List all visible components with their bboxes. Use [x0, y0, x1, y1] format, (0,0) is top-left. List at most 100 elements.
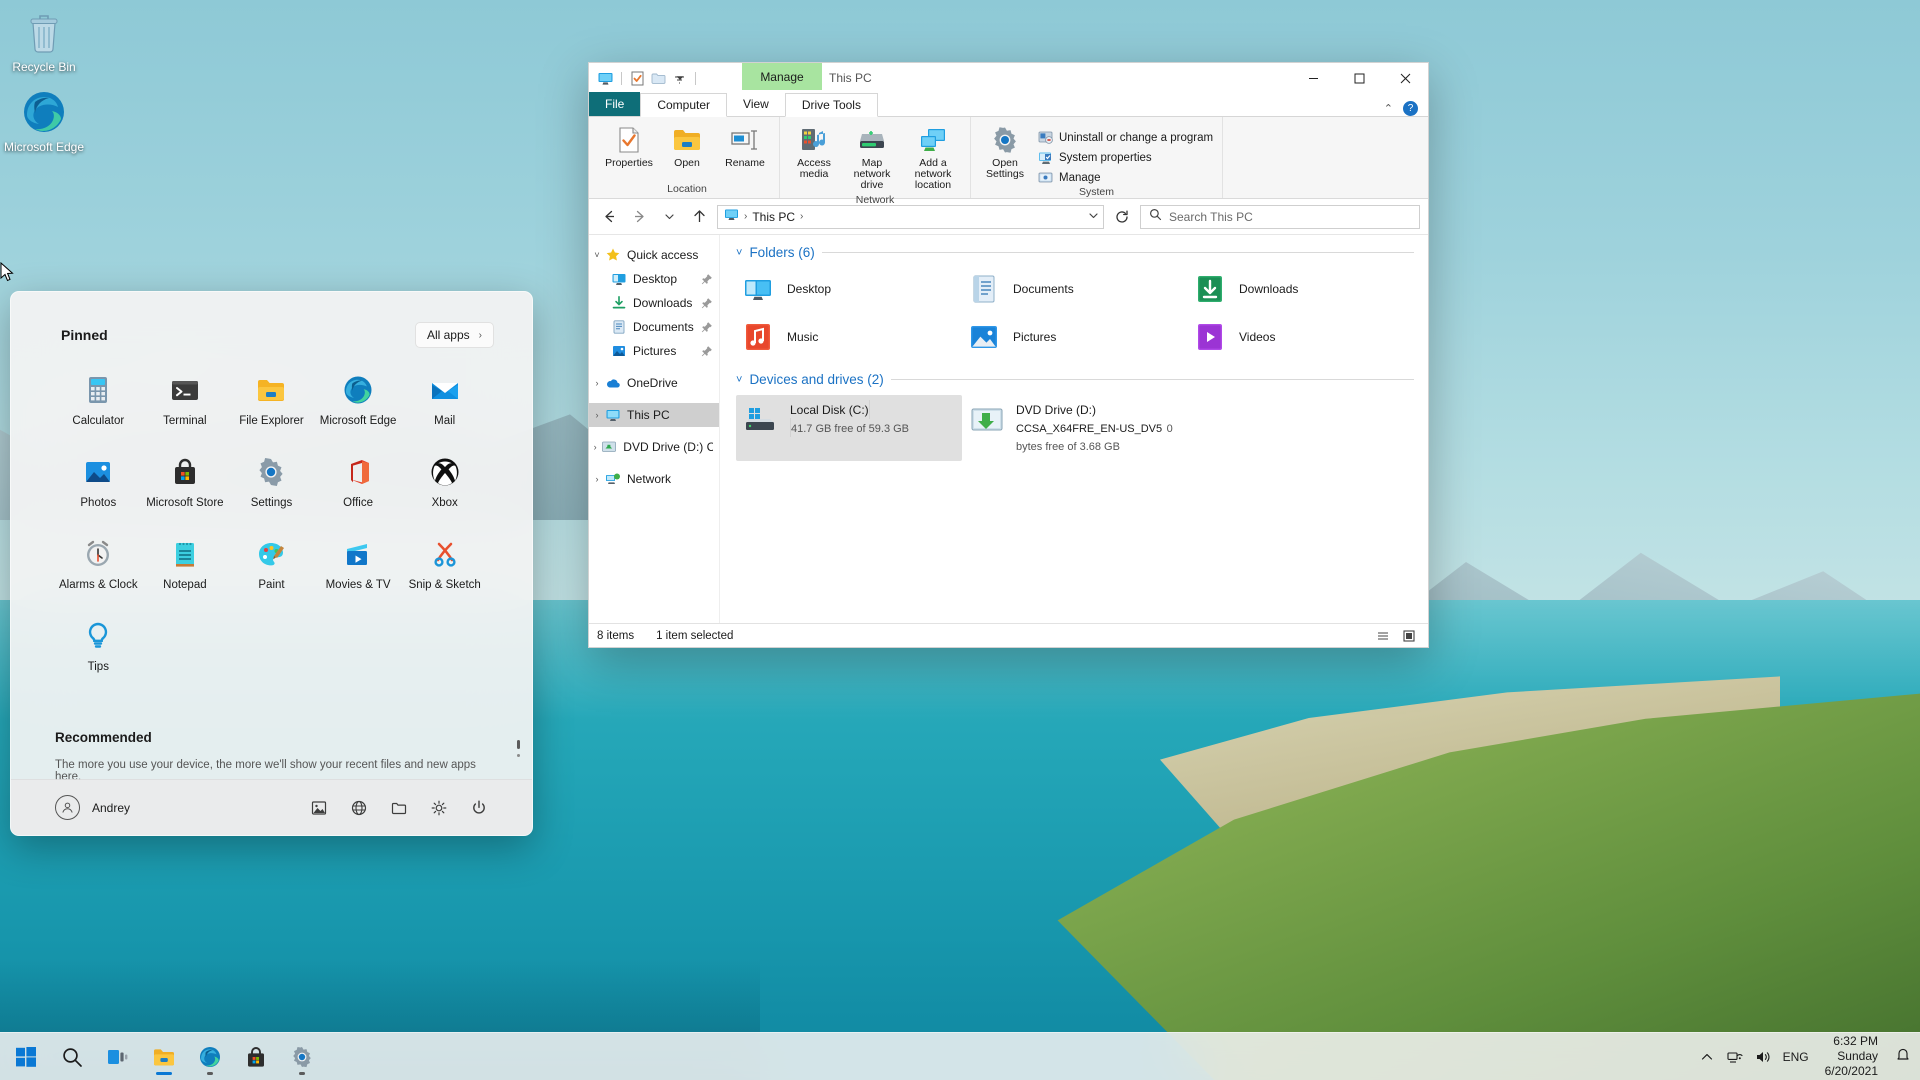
large-icons-view-button[interactable] — [1398, 626, 1420, 646]
search-box[interactable] — [1140, 204, 1420, 229]
pinned-app-calculator[interactable]: Calculator — [55, 366, 142, 436]
folder-tile-desktop[interactable]: Desktop — [736, 268, 962, 310]
network-icon[interactable] — [350, 799, 368, 817]
chevron-right-icon[interactable]: › — [589, 410, 605, 420]
ribbon-tab-strip[interactable]: File Computer View Drive Tools ⌃ ? — [589, 92, 1428, 117]
pinned-app-notepad[interactable]: Notepad — [142, 530, 229, 600]
pinned-app-mail[interactable]: Mail — [401, 366, 488, 436]
all-apps-button[interactable]: All apps › — [414, 322, 494, 348]
nav-item-documents[interactable]: Documents — [589, 315, 719, 339]
pinned-app-snip-sketch[interactable]: Snip & Sketch — [401, 530, 488, 600]
task-view-button[interactable] — [98, 1037, 138, 1077]
settings-button[interactable] — [282, 1037, 322, 1077]
forward-button[interactable] — [627, 205, 651, 229]
breadcrumb-separator-2[interactable]: › — [800, 211, 803, 222]
pinned-app-alarms-clock[interactable]: Alarms & Clock — [55, 530, 142, 600]
pinned-app-microsoft-store[interactable]: Microsoft Store — [142, 448, 229, 518]
pin-icon[interactable] — [701, 297, 713, 309]
folder-tile-videos[interactable]: Videos — [1188, 316, 1414, 358]
folder-tile-pictures[interactable]: Pictures — [962, 316, 1188, 358]
minimize-button[interactable] — [1290, 63, 1336, 93]
chevron-up-icon[interactable]: ⌃ — [1384, 102, 1393, 115]
navigation-pane[interactable]: ˅ Quick access Desktop Downloads Documen… — [589, 235, 720, 623]
store-button[interactable] — [236, 1037, 276, 1077]
settings-icon[interactable] — [430, 799, 448, 817]
power-icon[interactable] — [470, 799, 488, 817]
clock[interactable]: 6:32 PM Sunday 6/20/2021 — [1819, 1034, 1890, 1078]
pinned-page-indicator[interactable] — [517, 740, 520, 757]
chevron-right-icon[interactable]: › — [589, 378, 605, 388]
new-folder-icon[interactable] — [650, 70, 667, 87]
drive-local-disk-c[interactable]: Local Disk (C:) 41.7 GB free of 59.3 GB — [736, 395, 962, 461]
recent-locations-button[interactable] — [657, 205, 681, 229]
start-menu[interactable]: Pinned All apps › Calculator Terminal Fi… — [10, 291, 533, 836]
search-input[interactable] — [1169, 209, 1411, 224]
pinned-app-terminal[interactable]: Terminal — [142, 366, 229, 436]
pinned-app-tips[interactable]: Tips — [55, 612, 142, 682]
desktop-icon-recycle-bin[interactable]: Recycle Bin — [0, 8, 88, 74]
chevron-right-icon[interactable]: › — [589, 442, 601, 452]
nav-item-desktop[interactable]: Desktop — [589, 267, 719, 291]
nav-item-onedrive[interactable]: › OneDrive — [589, 371, 719, 395]
edge-button[interactable] — [190, 1037, 230, 1077]
ribbon[interactable]: Properties Open Rename Location Access m… — [589, 117, 1428, 206]
start-button[interactable] — [6, 1037, 46, 1077]
file-explorer-button[interactable] — [144, 1037, 184, 1077]
drives-group-header[interactable]: ˅ Devices and drives (2) — [736, 372, 1414, 387]
address-dropdown-icon[interactable] — [1088, 208, 1099, 226]
volume-icon[interactable] — [1755, 1049, 1771, 1065]
navigation-bar[interactable]: › This PC › — [589, 199, 1428, 235]
tab-drive-tools[interactable]: Drive Tools — [784, 93, 878, 117]
tab-view[interactable]: View — [727, 92, 785, 116]
nav-item-this-pc[interactable]: › This PC — [589, 403, 719, 427]
add-network-location-button[interactable]: Add a network location — [902, 122, 964, 194]
refresh-button[interactable] — [1110, 205, 1134, 229]
folders-group-header[interactable]: ˅ Folders (6) — [736, 245, 1414, 260]
nav-item-dvd-drive[interactable]: › DVD Drive (D:) CCSA — [589, 435, 719, 459]
help-button[interactable]: ? — [1403, 101, 1418, 116]
chevron-right-icon[interactable]: › — [589, 474, 605, 484]
page-dot-1[interactable] — [517, 740, 520, 749]
this-pc-icon[interactable] — [597, 70, 614, 87]
pin-icon[interactable] — [701, 273, 713, 285]
pin-icon[interactable] — [701, 345, 713, 357]
chevron-down-icon[interactable]: ˅ — [736, 374, 742, 386]
properties-button[interactable]: Properties — [601, 122, 657, 172]
pinned-app-file-explorer[interactable]: File Explorer — [228, 366, 315, 436]
rename-button[interactable]: Rename — [717, 122, 773, 172]
manage-link[interactable]: Manage — [1035, 169, 1216, 186]
drive-dvd-d[interactable]: DVD Drive (D:) CCSA_X64FRE_EN-US_DV5 0 b… — [962, 395, 1188, 461]
tab-file[interactable]: File — [589, 92, 641, 116]
file-explorer-window[interactable]: Manage This PC File Computer View Drive … — [588, 62, 1429, 648]
search-button[interactable] — [52, 1037, 92, 1077]
close-button[interactable] — [1382, 63, 1428, 93]
back-button[interactable] — [597, 205, 621, 229]
network-tray-icon[interactable] — [1727, 1049, 1743, 1065]
desktop-icon-microsoft-edge[interactable]: Microsoft Edge — [0, 88, 88, 154]
page-dot-2[interactable] — [517, 754, 520, 757]
nav-item-network[interactable]: › Network — [589, 467, 719, 491]
map-network-drive-button[interactable]: Map network drive — [844, 122, 900, 194]
uninstall-or-change-a-program-link[interactable]: Uninstall or change a program — [1035, 129, 1216, 146]
language-indicator[interactable]: ENG — [1783, 1050, 1809, 1064]
user-account-button[interactable]: Andrey — [55, 795, 130, 820]
system-properties-link[interactable]: System properties — [1035, 149, 1216, 166]
pinned-app-paint[interactable]: Paint — [228, 530, 315, 600]
pinned-app-microsoft-edge[interactable]: Microsoft Edge — [315, 366, 402, 436]
pin-icon[interactable] — [701, 321, 713, 333]
access-media-button[interactable]: Access media — [786, 122, 842, 183]
pinned-app-xbox[interactable]: Xbox — [401, 448, 488, 518]
folder-tile-downloads[interactable]: Downloads — [1188, 268, 1414, 310]
up-button[interactable] — [687, 205, 711, 229]
customize-dropdown-icon[interactable] — [671, 70, 688, 87]
quick-access-toolbar[interactable] — [597, 70, 699, 87]
folder-tile-documents[interactable]: Documents — [962, 268, 1188, 310]
pinned-app-movies-tv[interactable]: Movies & TV — [315, 530, 402, 600]
tray-icons-group[interactable]: ENG — [1689, 1037, 1819, 1077]
pinned-app-photos[interactable]: Photos — [55, 448, 142, 518]
open-button[interactable]: Open — [659, 122, 715, 172]
properties-icon[interactable] — [629, 70, 646, 87]
chevron-down-icon[interactable]: ˅ — [589, 250, 605, 260]
tab-computer[interactable]: Computer — [640, 93, 728, 117]
pictures-icon[interactable] — [310, 799, 328, 817]
